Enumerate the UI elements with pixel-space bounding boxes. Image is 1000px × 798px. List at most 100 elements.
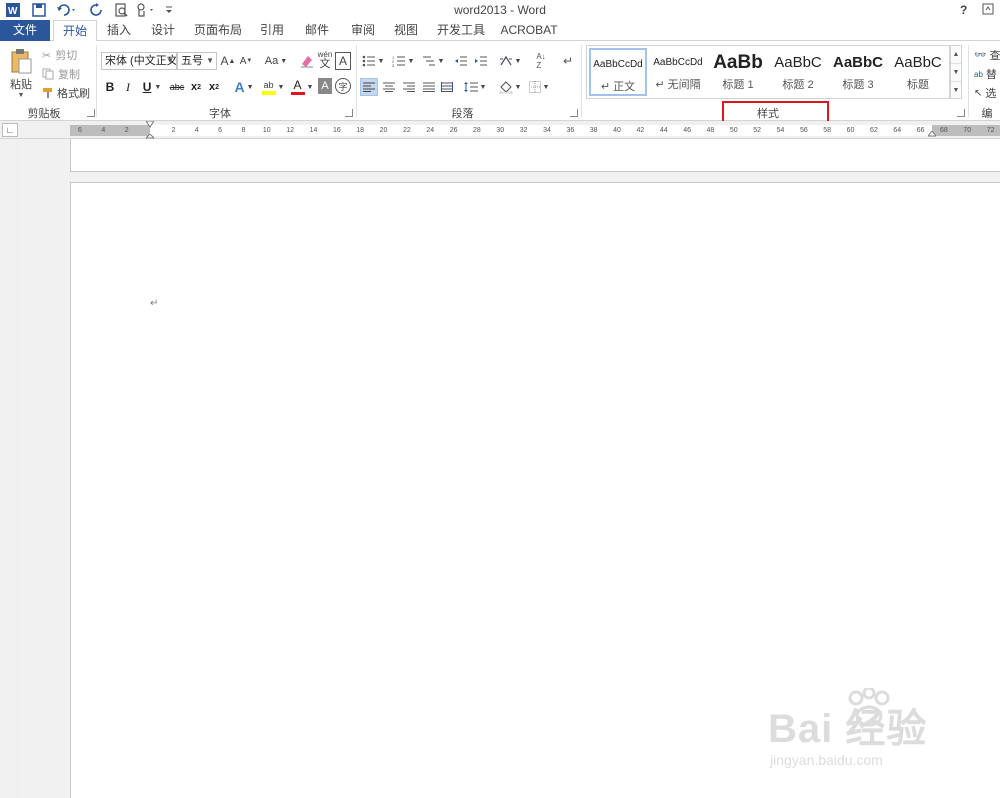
svg-text:3: 3 (392, 63, 395, 67)
group-divider (968, 45, 969, 117)
tab-view[interactable]: 视图 (388, 20, 424, 41)
paragraph-mark-icon: ↵ (562, 54, 574, 68)
style-normal[interactable]: AaBbCcDd ↵ 正文 (589, 48, 647, 96)
numbering-button[interactable]: 123 ▼ (390, 52, 416, 70)
style-heading-2[interactable]: AaBbC 标题 2 (769, 48, 827, 96)
help-button[interactable]: ? (960, 3, 967, 17)
superscript-button[interactable]: x2 (206, 78, 222, 96)
character-shading-button[interactable]: A (318, 78, 332, 94)
font-name-combo[interactable]: 宋体 (中文正文 ▼ (101, 52, 177, 70)
subscript-button[interactable]: x2 (188, 78, 204, 96)
borders-button[interactable]: ▼ (526, 78, 552, 96)
paste-button[interactable]: 粘贴 ▼ (4, 45, 38, 101)
scissors-icon: ✂ (42, 49, 52, 62)
sort-button[interactable]: A↓ Z (533, 50, 549, 72)
align-center-button[interactable] (380, 78, 398, 96)
page-previous[interactable] (70, 139, 1000, 172)
tab-developer[interactable]: 开发工具 (432, 20, 490, 41)
style-title[interactable]: AaBbC 标题 (889, 48, 947, 96)
enclose-characters-button[interactable]: 字 (335, 78, 351, 94)
paragraph-launcher-icon[interactable] (570, 109, 578, 117)
right-indent-marker[interactable] (928, 131, 936, 139)
text-effects-icon: A (234, 79, 245, 95)
shrink-font-button[interactable]: A ▼ (238, 52, 254, 70)
align-left-button[interactable] (360, 78, 378, 96)
tab-insert[interactable]: 插入 (100, 20, 138, 41)
justify-button[interactable] (420, 78, 438, 96)
group-divider (356, 45, 357, 117)
ruler-tick-label: 64 (893, 127, 902, 134)
tab-review[interactable]: 审阅 (344, 20, 382, 41)
ribbon-display-icon[interactable] (982, 3, 994, 15)
italic-button[interactable]: I (120, 78, 136, 96)
highlight-color-bar (261, 90, 276, 95)
tab-acrobat[interactable]: ACROBAT (498, 20, 560, 41)
gallery-down-icon[interactable]: ▼ (951, 64, 961, 82)
underline-icon: U (142, 80, 152, 94)
font-launcher-icon[interactable] (345, 109, 353, 117)
decrease-indent-button[interactable] (452, 52, 470, 70)
tab-mailings[interactable]: 邮件 (298, 20, 336, 41)
style-heading-1[interactable]: AaBb 标题 1 (709, 48, 767, 96)
ruler-tick-label: 16 (332, 127, 341, 134)
line-spacing-button[interactable]: ▼ (462, 78, 488, 96)
font-size-combo[interactable]: 五号 ▼ (177, 52, 217, 70)
multilevel-list-button[interactable]: ▼ (420, 52, 446, 70)
find-button[interactable]: 👓 查 (974, 47, 1000, 63)
chevron-down-icon: ▼ (277, 83, 285, 91)
align-right-button[interactable] (400, 78, 418, 96)
strikethrough-button[interactable]: abc (168, 78, 186, 96)
style-name: 标题 3 (842, 79, 874, 91)
increase-indent-button[interactable] (472, 52, 490, 70)
bold-button[interactable]: B (102, 78, 118, 96)
bullets-button[interactable]: ▼ (360, 52, 386, 70)
copy-button[interactable]: 复制 (42, 66, 80, 82)
highlight-color-button[interactable]: ab ▼ (259, 76, 287, 98)
tab-selector-icon[interactable]: ∟ (2, 123, 18, 137)
ruler-tick-label: 4 (101, 127, 106, 134)
ruler-tick-label: 38 (589, 127, 598, 134)
show-marks-button[interactable]: ↵ (560, 52, 576, 70)
ruler-track[interactable]: 6 4 2 2 4 6 8 10 12 14 16 18 20 22 24 26 28 30 32 34 36 38 40 4… (70, 121, 1000, 142)
clipboard-launcher-icon[interactable] (87, 109, 95, 117)
select-button[interactable]: ↖ 选 (974, 85, 996, 101)
phonetic-guide-button[interactable]: wén 文 (317, 50, 333, 70)
cut-button[interactable]: ✂ 剪切 (42, 47, 77, 63)
ruler-tick-label: 4 (194, 127, 199, 134)
shading-button[interactable]: ▼ (496, 78, 524, 96)
copy-icon (42, 68, 54, 80)
distributed-button[interactable] (438, 78, 456, 96)
justify-icon (423, 82, 435, 92)
style-heading-3[interactable]: AaBbC 标题 3 (829, 48, 887, 96)
font-color-button[interactable]: A ▼ (288, 76, 316, 98)
grow-font-button[interactable]: A ▲ (220, 52, 236, 70)
paint-bucket-icon (499, 80, 513, 94)
ruler-tick-label: 48 (706, 127, 715, 134)
first-line-indent-marker[interactable] (146, 121, 154, 129)
clear-formatting-button[interactable] (298, 52, 316, 70)
tab-design[interactable]: 设计 (143, 20, 183, 41)
text-effects-button[interactable]: A ▼ (230, 78, 258, 96)
character-border-button[interactable]: A (335, 52, 351, 70)
tab-page-layout[interactable]: 页面布局 (190, 20, 246, 41)
tab-home[interactable]: 开始 (53, 20, 97, 42)
horizontal-ruler[interactable]: ∟ 6 4 2 2 4 6 8 10 12 14 16 18 20 22 24 26 28 30 32 34 36 38 4… (0, 121, 1000, 142)
style-no-spacing[interactable]: AaBbCcDd ↵ 无间隔 (649, 48, 707, 96)
tab-file[interactable]: 文件 (0, 20, 50, 41)
style-name: ↵ 正文 (600, 81, 636, 93)
styles-gallery-scroll: ▲ ▼ ▼ (950, 45, 962, 99)
ribbon: 粘贴 ▼ ✂ 剪切 复制 格式刷 剪贴板 宋体 (中文正文 ▼ 五号 ▼ A ▲ … (0, 41, 1000, 121)
tab-references[interactable]: 引用 (254, 20, 290, 41)
chevron-down-icon: ▼ (206, 56, 214, 65)
font-color-bar (290, 92, 305, 95)
replace-button[interactable]: ab 替 (974, 66, 997, 82)
change-case-button[interactable]: Aa ▼ (262, 52, 290, 70)
chevron-down-icon: ▼ (514, 83, 522, 91)
styles-launcher-icon[interactable] (957, 109, 965, 117)
gallery-more-icon[interactable]: ▼ (951, 82, 961, 100)
chinese-layout-button[interactable]: ▼ (497, 52, 523, 70)
format-painter-button[interactable]: 格式刷 (42, 85, 90, 101)
underline-button[interactable]: U ▼ (138, 78, 166, 96)
gallery-up-icon[interactable]: ▲ (951, 46, 961, 64)
chinese-layout-icon (499, 55, 513, 67)
